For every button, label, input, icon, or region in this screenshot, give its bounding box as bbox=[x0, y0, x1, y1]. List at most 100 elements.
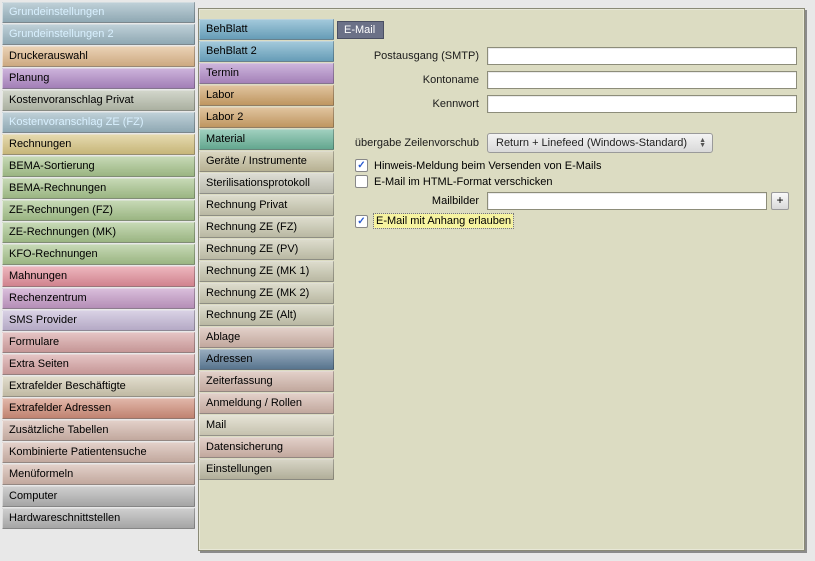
sidebar-left-item[interactable]: Grundeinstellungen bbox=[2, 2, 195, 23]
sidebar-left-label: ZE-Rechnungen (MK) bbox=[9, 226, 116, 238]
sidebar-mid-label: Anmeldung / Rollen bbox=[206, 397, 302, 409]
sidebar-left-label: Hardwareschnittstellen bbox=[9, 512, 120, 524]
html-label: E-Mail im HTML-Format verschicken bbox=[374, 176, 552, 188]
sidebar-left-label: BEMA-Sortierung bbox=[9, 160, 95, 172]
sidebar-left-label: Grundeinstellungen 2 bbox=[9, 28, 114, 40]
sidebar-mid-label: Geräte / Instrumente bbox=[206, 155, 307, 167]
account-input[interactable] bbox=[487, 71, 797, 89]
sidebar-left-item[interactable]: Extrafelder Adressen bbox=[2, 398, 195, 419]
sidebar-left-item[interactable]: ZE-Rechnungen (MK) bbox=[2, 222, 195, 243]
sidebar-left-item[interactable]: Grundeinstellungen 2 bbox=[2, 24, 195, 45]
sidebar-mid-item[interactable]: Adressen bbox=[199, 349, 334, 370]
linefeed-select[interactable]: Return + Linefeed (Windows-Standard) ▲▼ bbox=[487, 133, 713, 153]
sidebar-left-label: Planung bbox=[9, 72, 49, 84]
hint-label: Hinweis-Meldung beim Versenden von E-Mai… bbox=[374, 160, 601, 172]
sidebar-mid-label: Labor 2 bbox=[206, 111, 243, 123]
sidebar-left-item[interactable]: Rechenzentrum bbox=[2, 288, 195, 309]
sidebar-mid-label: Adressen bbox=[206, 353, 252, 365]
html-checkbox[interactable] bbox=[355, 175, 368, 188]
sidebar-left-item[interactable]: Extrafelder Beschäftigte bbox=[2, 376, 195, 397]
sidebar-mid-label: Termin bbox=[206, 67, 239, 79]
sidebar-mid-item[interactable]: Einstellungen bbox=[199, 459, 334, 480]
settings-panel: BehBlatt BehBlatt 2 Termin Labor Labor 2 Mate… bbox=[198, 8, 805, 551]
sidebar-mid-label: Rechnung ZE (FZ) bbox=[206, 221, 297, 233]
sidebar-mid-label: Sterilisationsprotokoll bbox=[206, 177, 310, 189]
sidebar-left-item[interactable]: ZE-Rechnungen (FZ) bbox=[2, 200, 195, 221]
sidebar-left-label: Rechnungen bbox=[9, 138, 71, 150]
sidebar-left-item[interactable]: Formulare bbox=[2, 332, 195, 353]
section-title: E-Mail bbox=[337, 21, 384, 39]
sidebar-mid-item[interactable]: Anmeldung / Rollen bbox=[199, 393, 334, 414]
sidebar-left-label: KFO-Rechnungen bbox=[9, 248, 98, 260]
sidebar-left-item[interactable]: SMS Provider bbox=[2, 310, 195, 331]
sidebar-left-label: Kostenvoranschlag Privat bbox=[9, 94, 134, 106]
sidebar-mid-label: BehBlatt bbox=[206, 23, 248, 35]
sidebar-mid-item[interactable]: Rechnung Privat bbox=[199, 195, 334, 216]
sidebar-left-item[interactable]: Planung bbox=[2, 68, 195, 89]
sidebar-mid-item[interactable]: Labor bbox=[199, 85, 334, 106]
sidebar-mid-item[interactable]: Material bbox=[199, 129, 334, 150]
sidebar-left-item[interactable]: Rechnungen bbox=[2, 134, 195, 155]
sidebar-left-label: ZE-Rechnungen (FZ) bbox=[9, 204, 113, 216]
sidebar-mid-item[interactable]: Rechnung ZE (Alt) bbox=[199, 305, 334, 326]
sidebar-left-label: Rechenzentrum bbox=[9, 292, 87, 304]
sidebar-left-label: Computer bbox=[9, 490, 57, 502]
sidebar-left-label: Grundeinstellungen bbox=[9, 6, 104, 18]
sidebar-mid-item[interactable]: Geräte / Instrumente bbox=[199, 151, 334, 172]
sidebar-mid-item[interactable]: Rechnung ZE (MK 2) bbox=[199, 283, 334, 304]
sidebar-left-item[interactable]: Druckerauswahl bbox=[2, 46, 195, 67]
sidebar-left-item[interactable]: Kostenvoranschlag Privat bbox=[2, 90, 195, 111]
sidebar-mid-item[interactable]: Zeiterfassung bbox=[199, 371, 334, 392]
sidebar-left-label: Kostenvoranschlag ZE (FZ) bbox=[9, 116, 144, 128]
password-label: Kennwort bbox=[337, 98, 487, 110]
sidebar-left-item[interactable]: Kostenvoranschlag ZE (FZ) bbox=[2, 112, 195, 133]
sidebar-left-item[interactable]: BEMA-Sortierung bbox=[2, 156, 195, 177]
smtp-input[interactable] bbox=[487, 47, 797, 65]
sidebar-left-item[interactable]: Menüformeln bbox=[2, 464, 195, 485]
sidebar-mid: BehBlatt BehBlatt 2 Termin Labor Labor 2 Mate… bbox=[199, 19, 334, 481]
sidebar-left-label: Extrafelder Beschäftigte bbox=[9, 380, 126, 392]
sidebar-left-label: SMS Provider bbox=[9, 314, 77, 326]
sidebar-mid-item[interactable]: Rechnung ZE (PV) bbox=[199, 239, 334, 260]
sidebar-mid-item[interactable]: Labor 2 bbox=[199, 107, 334, 128]
sidebar-left-label: Extrafelder Adressen bbox=[9, 402, 111, 414]
sidebar-left-item[interactable]: Extra Seiten bbox=[2, 354, 195, 375]
sidebar-left-item[interactable]: Kombinierte Patientensuche bbox=[2, 442, 195, 463]
sidebar-mid-item[interactable]: Rechnung ZE (FZ) bbox=[199, 217, 334, 238]
sidebar-left-item[interactable]: BEMA-Rechnungen bbox=[2, 178, 195, 199]
sidebar-left-item[interactable]: Computer bbox=[2, 486, 195, 507]
sidebar-mid-label: Labor bbox=[206, 89, 234, 101]
sidebar-left-item[interactable]: Hardwareschnittstellen bbox=[2, 508, 195, 529]
sidebar-left-item[interactable]: KFO-Rechnungen bbox=[2, 244, 195, 265]
sidebar-left-item[interactable]: Mahnungen bbox=[2, 266, 195, 287]
sidebar-mid-item[interactable]: Sterilisationsprotokoll bbox=[199, 173, 334, 194]
sidebar-left-label: Formulare bbox=[9, 336, 59, 348]
sidebar-mid-label: Rechnung Privat bbox=[206, 199, 287, 211]
sidebar-mid-item[interactable]: BehBlatt bbox=[199, 19, 334, 40]
mailbilder-add-button[interactable]: + bbox=[771, 192, 789, 210]
sidebar-left-label: Menüformeln bbox=[9, 468, 73, 480]
mailbilder-label: Mailbilder bbox=[337, 195, 487, 207]
sidebar-mid-label: Datensicherung bbox=[206, 441, 283, 453]
sidebar-mid-item[interactable]: Datensicherung bbox=[199, 437, 334, 458]
account-label: Kontoname bbox=[337, 74, 487, 86]
email-form: E-Mail Postausgang (SMTP) Kontoname Kenn… bbox=[337, 21, 798, 544]
sidebar-mid-label: Rechnung ZE (MK 2) bbox=[206, 287, 309, 299]
password-input[interactable] bbox=[487, 95, 797, 113]
linefeed-value: Return + Linefeed (Windows-Standard) bbox=[496, 137, 687, 149]
sidebar-left-label: Kombinierte Patientensuche bbox=[9, 446, 147, 458]
mailbilder-input[interactable] bbox=[487, 192, 767, 210]
sidebar-mid-item[interactable]: Mail bbox=[199, 415, 334, 436]
sidebar-mid-label: Rechnung ZE (Alt) bbox=[206, 309, 296, 321]
hint-checkbox[interactable] bbox=[355, 159, 368, 172]
sidebar-left-item[interactable]: Zusätzliche Tabellen bbox=[2, 420, 195, 441]
sidebar-mid-label: Mail bbox=[206, 419, 226, 431]
linefeed-label: übergabe Zeilenvorschub bbox=[337, 137, 487, 149]
sidebar-mid-item[interactable]: Termin bbox=[199, 63, 334, 84]
attach-checkbox[interactable] bbox=[355, 215, 368, 228]
attach-label: E-Mail mit Anhang erlauben bbox=[374, 214, 513, 228]
sidebar-mid-item[interactable]: Ablage bbox=[199, 327, 334, 348]
sidebar-mid-item[interactable]: BehBlatt 2 bbox=[199, 41, 334, 62]
sidebar-mid-label: BehBlatt 2 bbox=[206, 45, 257, 57]
sidebar-mid-item[interactable]: Rechnung ZE (MK 1) bbox=[199, 261, 334, 282]
